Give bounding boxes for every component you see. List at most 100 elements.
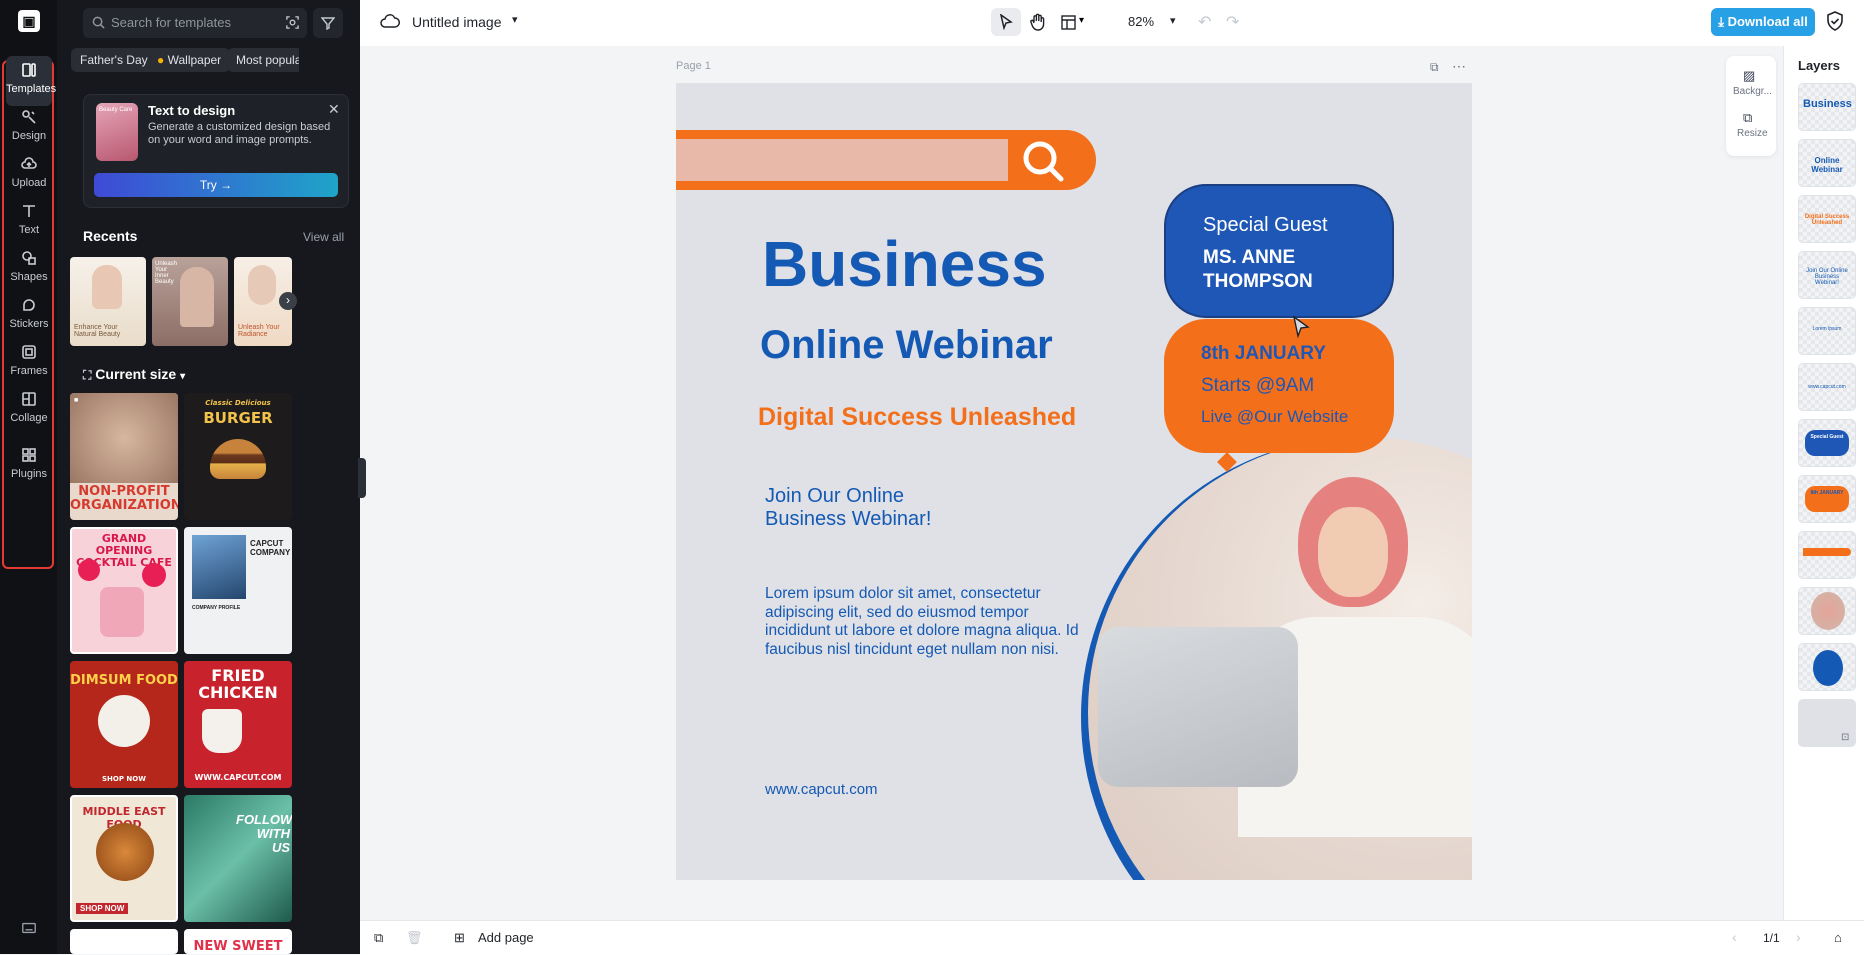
- poster-body-text[interactable]: Lorem ipsum dolor sit amet, consectetur …: [765, 585, 1085, 659]
- recents-title: Recents: [83, 228, 138, 244]
- layer-item[interactable]: Lorem ipsum: [1798, 307, 1856, 355]
- duplicate-icon[interactable]: ⧉: [374, 930, 383, 946]
- recent-caption: Enhance Your Natural Beauty: [74, 324, 121, 338]
- cloud-sync-icon[interactable]: [380, 13, 401, 36]
- chevron-right-icon[interactable]: ›: [279, 292, 297, 310]
- chevron-down-icon[interactable]: ▾: [1170, 14, 1176, 27]
- layer-item[interactable]: Business: [1798, 83, 1856, 131]
- filter-button[interactable]: [313, 8, 343, 38]
- rail-item-design[interactable]: Design: [6, 103, 52, 153]
- frame-icon: [6, 343, 52, 365]
- rail-item-text[interactable]: Text: [6, 197, 52, 247]
- recent-thumbnail[interactable]: Enhance Your Natural Beauty: [70, 257, 146, 346]
- capcut-logo-icon[interactable]: ▣: [18, 10, 40, 32]
- rail-item-plugins[interactable]: Plugins: [6, 441, 52, 491]
- search-input[interactable]: Search for templates: [83, 8, 307, 38]
- burger-image: [210, 439, 266, 479]
- chevron-right-icon[interactable]: ›: [1796, 929, 1801, 945]
- close-icon[interactable]: ✕: [328, 101, 340, 118]
- chip-most-popular[interactable]: Most popular: [227, 48, 299, 72]
- background-tool-label[interactable]: Backgr...: [1733, 86, 1772, 97]
- template-card[interactable]: [70, 929, 178, 954]
- chevron-down-icon[interactable]: ▾: [512, 13, 518, 26]
- portrait-shape: [92, 265, 122, 309]
- select-tool[interactable]: [991, 8, 1021, 36]
- magnifier-icon: [1023, 141, 1064, 182]
- add-page-button[interactable]: Add page: [478, 930, 534, 945]
- rail-item-shapes[interactable]: Shapes: [6, 244, 52, 294]
- rail-item-label: Design: [11, 130, 47, 142]
- panel-collapse-handle[interactable]: [358, 458, 366, 498]
- more-options-icon[interactable]: ⋯: [1452, 58, 1466, 75]
- duplicate-page-icon[interactable]: ⧉: [1430, 60, 1439, 75]
- chip-wallpaper[interactable]: ● Wallpaper: [148, 48, 231, 72]
- template-card[interactable]: CAPCUT COMPANY COMPANY PROFILE: [184, 527, 292, 654]
- poster-headline[interactable]: Business: [762, 227, 1047, 301]
- image-search-icon[interactable]: [285, 15, 300, 35]
- shield-check-icon[interactable]: [1826, 11, 1844, 36]
- template-card[interactable]: DIMSUM FOOD SHOP NOW: [70, 661, 178, 788]
- woman-laptop-photo[interactable]: [1088, 437, 1472, 880]
- hand-tool[interactable]: [1023, 8, 1053, 36]
- search-bar-graphic[interactable]: [676, 130, 1096, 190]
- document-title[interactable]: Untitled image: [412, 14, 502, 30]
- chip-fathers-day[interactable]: Father's Day: [71, 48, 157, 72]
- try-button[interactable]: Try →: [94, 173, 338, 197]
- poster-tagline[interactable]: Digital Success Unleashed: [758, 403, 1076, 432]
- template-card[interactable]: MIDDLE EAST FOOD SHOP NOW: [70, 795, 178, 922]
- join-line: Join Our Online: [765, 485, 904, 507]
- template-card[interactable]: ■ NON-PROFIT ORGANIZATION: [70, 393, 178, 520]
- background-icon[interactable]: ▨: [1743, 68, 1755, 84]
- layer-item[interactable]: [1798, 587, 1856, 635]
- poster-website[interactable]: www.capcut.com: [765, 781, 878, 798]
- keyboard-icon[interactable]: [21, 920, 37, 941]
- download-all-button[interactable]: ⤓ Download all: [1711, 8, 1815, 36]
- layer-item[interactable]: Join Our Online Business Webinar!: [1798, 251, 1856, 299]
- rail-item-upload[interactable]: Upload: [6, 150, 52, 200]
- rail-item-templates[interactable]: Templates: [6, 56, 56, 106]
- poster-subheadline[interactable]: Online Webinar: [760, 323, 1053, 368]
- rail-item-stickers[interactable]: Stickers: [6, 291, 52, 341]
- layout-tool[interactable]: ▾: [1056, 8, 1096, 36]
- event-venue: Live @Our Website: [1201, 407, 1349, 426]
- layer-item[interactable]: Digital Success Unleashed: [1798, 195, 1856, 243]
- template-card[interactable]: Classic Delicious BURGER: [184, 393, 292, 520]
- open-badge: [142, 563, 166, 587]
- resize-tool-label[interactable]: Resize: [1737, 128, 1768, 139]
- join-line: Business Webinar!: [765, 508, 932, 530]
- rail-item-label: Stickers: [9, 318, 49, 330]
- template-card[interactable]: FOLLOW WITH US: [184, 795, 292, 922]
- poster-join-text[interactable]: Join Our Online Business Webinar!: [765, 485, 931, 531]
- rail-item-label: Plugins: [10, 468, 48, 480]
- template-subtitle: SHOP NOW: [102, 775, 146, 783]
- layer-item[interactable]: ⊡: [1798, 699, 1856, 747]
- template-card[interactable]: FRIED CHICKEN WWW.CAPCUT.COM: [184, 661, 292, 788]
- hand-icon: [1030, 13, 1045, 31]
- template-card[interactable]: NEW SWEET: [184, 929, 292, 954]
- redo-icon[interactable]: ↷: [1226, 12, 1239, 32]
- layer-item[interactable]: www.capcut.com: [1798, 363, 1856, 411]
- template-card[interactable]: GRAND OPENING COCKTAIL CAFE: [70, 527, 178, 654]
- layer-label: Join Our Online Business Webinar!: [1806, 268, 1848, 286]
- recent-thumbnail[interactable]: Unleash Your Inner Beauty: [152, 257, 228, 346]
- special-guest-bubble[interactable]: Special Guest MS. ANNE THOMPSON: [1164, 184, 1394, 318]
- layer-item[interactable]: Online Webinar: [1798, 139, 1856, 187]
- poster-canvas[interactable]: Business Online Webinar Digital Success …: [676, 83, 1472, 880]
- undo-icon[interactable]: ↶: [1198, 12, 1211, 32]
- chevron-left-icon[interactable]: ‹: [1732, 929, 1737, 945]
- rail-item-collage[interactable]: Collage: [6, 385, 52, 435]
- page-manager-icon[interactable]: ⌂: [1834, 930, 1842, 945]
- view-all-link[interactable]: View all: [303, 230, 344, 244]
- layer-item[interactable]: [1798, 643, 1856, 691]
- resize-icon[interactable]: ⧉: [1743, 110, 1752, 126]
- current-size-dropdown[interactable]: ⛶ Current size ▾: [83, 366, 185, 383]
- layer-item[interactable]: Special Guest: [1798, 419, 1856, 467]
- layer-item[interactable]: 8th JANUARY: [1798, 475, 1856, 523]
- zoom-level[interactable]: 82%: [1128, 14, 1154, 29]
- layer-circle-preview: [1813, 650, 1843, 686]
- rail-item-frames[interactable]: Frames: [6, 338, 52, 388]
- search-placeholder: Search for templates: [111, 15, 231, 30]
- trash-icon[interactable]: 🗑: [406, 930, 423, 946]
- date-bubble[interactable]: 8th JANUARY Starts @9AM Live @Our Websit…: [1164, 319, 1394, 453]
- layer-item[interactable]: [1798, 531, 1856, 579]
